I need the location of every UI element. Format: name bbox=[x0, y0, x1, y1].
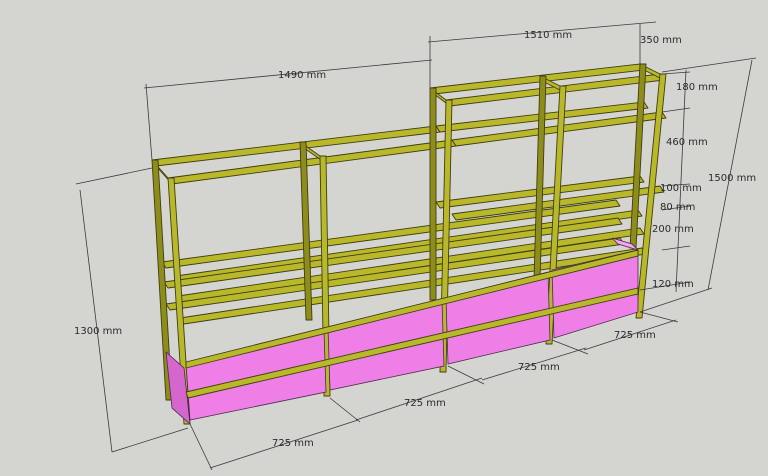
dim-b2: 725 mm bbox=[404, 398, 446, 409]
dim-left-height: 1300 mm bbox=[74, 326, 122, 337]
dim-b1: 725 mm bbox=[272, 438, 314, 449]
dim-r4: 80 mm bbox=[660, 202, 695, 213]
dim-b4: 725 mm bbox=[614, 330, 656, 341]
dim-top-width-right: 1510 mm bbox=[524, 30, 572, 41]
sketchup-viewport[interactable]: 1490 mm 1510 mm 350 mm 1300 mm 1500 mm 1… bbox=[0, 0, 768, 476]
dim-r2: 460 mm bbox=[666, 137, 708, 148]
dim-top-depth: 350 mm bbox=[640, 35, 682, 46]
dim-b3: 725 mm bbox=[518, 362, 560, 373]
dim-r3: 100 mm bbox=[660, 183, 702, 194]
dim-top-width-left: 1490 mm bbox=[278, 70, 326, 81]
dim-r6: 120 mm bbox=[652, 279, 694, 290]
dim-r1: 180 mm bbox=[676, 82, 718, 93]
dim-r5: 200 mm bbox=[652, 224, 694, 235]
rack-model-drawing: 1490 mm 1510 mm 350 mm 1300 mm 1500 mm 1… bbox=[74, 21, 756, 471]
dim-right-height: 1500 mm bbox=[708, 173, 756, 184]
